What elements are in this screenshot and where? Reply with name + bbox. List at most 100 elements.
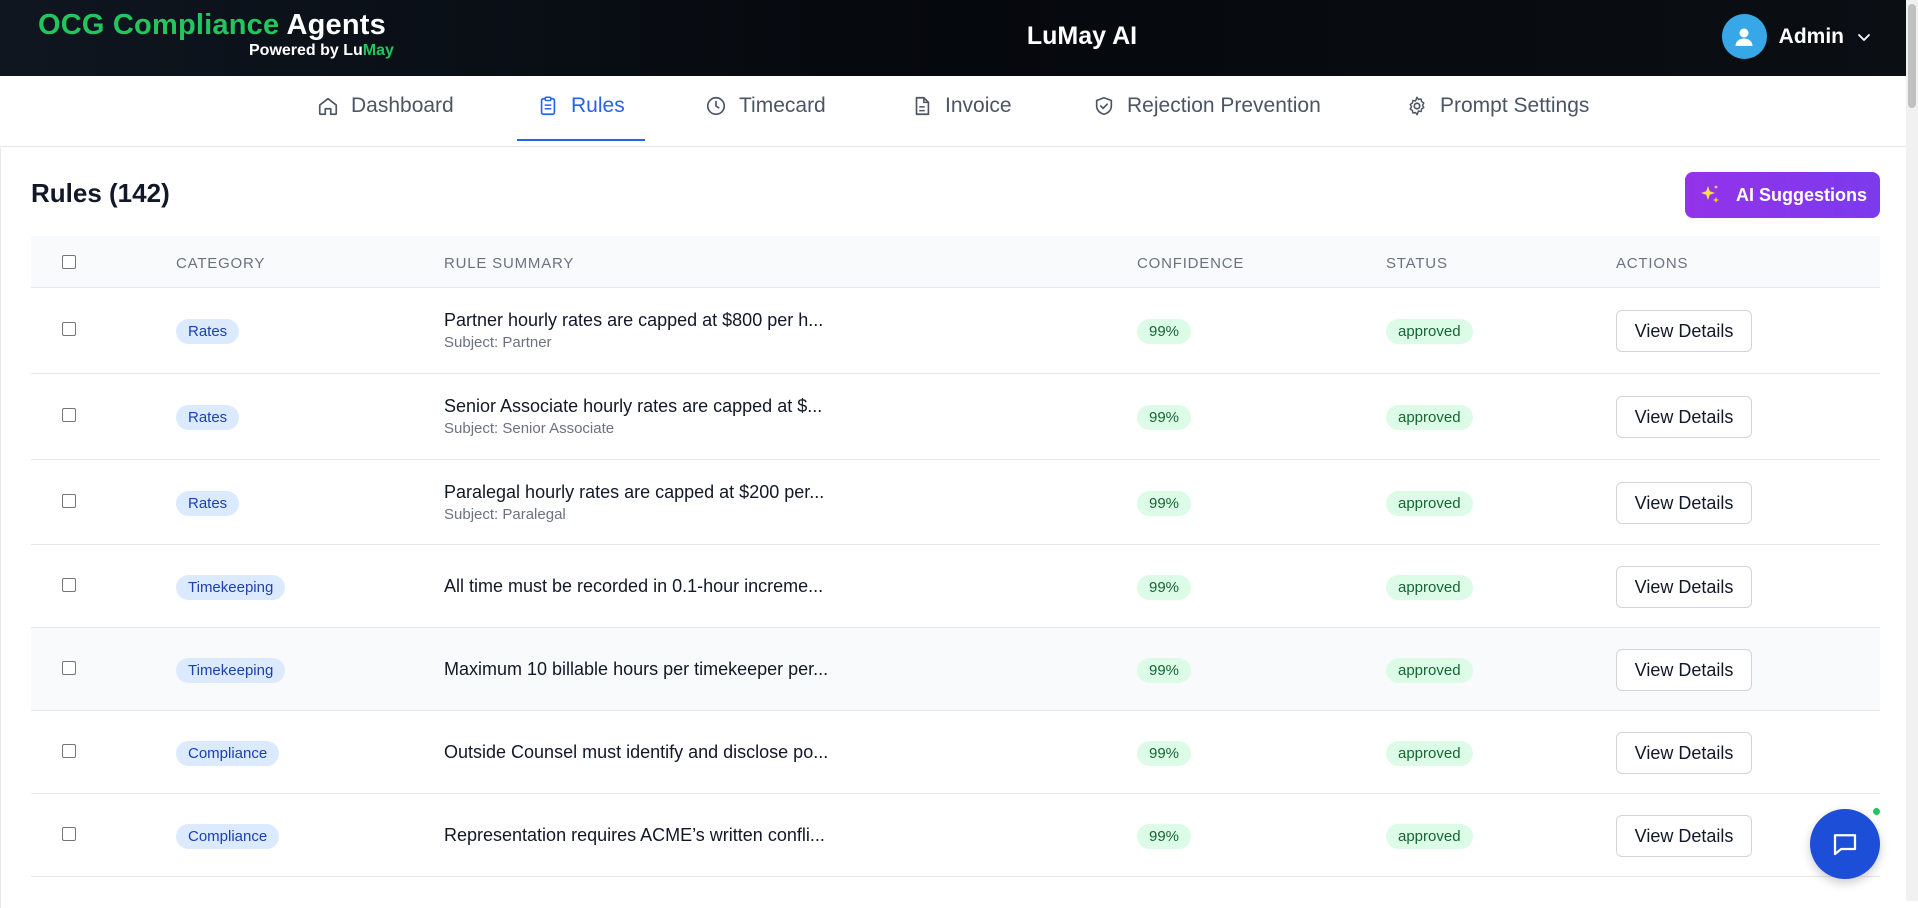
row-checkbox[interactable] bbox=[62, 322, 76, 336]
top-bar: OCG Compliance Agents Powered by LuMay L… bbox=[0, 0, 1918, 76]
powered-by-text: Powered by bbox=[249, 42, 344, 59]
rule-subject: Subject: Paralegal bbox=[444, 506, 566, 523]
rule-summary: Representation requires ACME’s written c… bbox=[444, 825, 825, 845]
rule-summary: Partner hourly rates are capped at $800 … bbox=[444, 310, 824, 330]
home-icon bbox=[318, 97, 338, 116]
clipboard-icon bbox=[540, 96, 556, 116]
category-badge: Rates bbox=[176, 319, 240, 344]
chat-button[interactable] bbox=[1810, 809, 1880, 879]
table-row[interactable]: Rates Partner hourly rates are capped at… bbox=[31, 288, 1880, 374]
category-badge: Rates bbox=[176, 405, 240, 430]
status-badge: approved bbox=[1386, 491, 1473, 516]
row-checkbox[interactable] bbox=[62, 494, 76, 508]
gear-icon bbox=[1409, 96, 1425, 116]
rules-panel: Rules (142) AI Suggestions CATEGORY RULE… bbox=[0, 148, 1906, 908]
brand-title-white: Agents bbox=[286, 9, 386, 41]
rule-summary: Outside Counsel must identify and disclo… bbox=[444, 742, 829, 762]
chat-icon bbox=[1833, 834, 1857, 856]
row-checkbox[interactable] bbox=[62, 578, 76, 592]
status-badge: approved bbox=[1386, 575, 1473, 600]
table-row[interactable]: Rates Paralegal hourly rates are capped … bbox=[31, 460, 1880, 545]
tab-invoice[interactable]: Invoice bbox=[911, 76, 1012, 136]
table-header: CATEGORY RULE SUMMARY CONFIDENCE STATUS … bbox=[31, 236, 1880, 288]
table-row[interactable]: Compliance Outside Counsel must identify… bbox=[31, 711, 1880, 794]
tab-label: Timecard bbox=[739, 94, 826, 117]
user-name: Admin bbox=[1778, 24, 1844, 48]
powered-may-text: May bbox=[362, 42, 394, 59]
brand-logo[interactable]: OCG Compliance Agents Powered by LuMay bbox=[38, 8, 394, 59]
confidence-badge: 99% bbox=[1137, 575, 1192, 600]
status-badge: approved bbox=[1386, 741, 1473, 766]
ai-suggestions-label: AI Suggestions bbox=[1735, 184, 1867, 205]
tab-prompt-settings[interactable]: Prompt Settings bbox=[1406, 76, 1589, 136]
rule-subject: Subject: Senior Associate bbox=[444, 420, 615, 437]
view-details-button[interactable]: View Details bbox=[1616, 815, 1752, 857]
table-row[interactable]: Rates Senior Associate hourly rates are … bbox=[31, 374, 1880, 460]
tab-label: Rejection Prevention bbox=[1127, 94, 1321, 117]
powered-lu-text: Lu bbox=[343, 42, 363, 59]
table-row[interactable]: Timekeeping Maximum 10 billable hours pe… bbox=[31, 628, 1880, 711]
avatar bbox=[1721, 14, 1767, 59]
confidence-badge: 99% bbox=[1137, 824, 1192, 849]
column-header-summary[interactable]: RULE SUMMARY bbox=[444, 255, 574, 272]
tab-label: Prompt Settings bbox=[1440, 94, 1590, 117]
column-header-category[interactable]: CATEGORY bbox=[176, 255, 265, 272]
document-icon bbox=[915, 96, 930, 116]
view-details-button[interactable]: View Details bbox=[1616, 566, 1752, 608]
table-row[interactable]: Timekeeping All time must be recorded in… bbox=[31, 545, 1880, 628]
brand-title: OCG Compliance Agents bbox=[38, 8, 386, 42]
category-badge: Timekeeping bbox=[176, 575, 286, 600]
column-header-confidence[interactable]: CONFIDENCE bbox=[1137, 255, 1244, 272]
main-nav: Dashboard Rules Timecard Invoice Rejecti… bbox=[0, 76, 1906, 147]
table-row[interactable]: Compliance Representation requires ACME’… bbox=[31, 794, 1880, 877]
user-icon bbox=[1735, 28, 1753, 46]
tab-dashboard[interactable]: Dashboard bbox=[317, 76, 454, 136]
brand-subtitle: Powered by LuMay bbox=[249, 42, 394, 60]
category-badge: Timekeeping bbox=[176, 658, 286, 683]
confidence-badge: 99% bbox=[1137, 491, 1192, 516]
rule-summary: All time must be recorded in 0.1-hour in… bbox=[444, 576, 824, 596]
shield-check-icon bbox=[1095, 96, 1113, 116]
brand-title-green: OCG Compliance bbox=[38, 9, 280, 41]
row-checkbox[interactable] bbox=[62, 408, 76, 422]
row-checkbox[interactable] bbox=[62, 744, 76, 758]
select-all-checkbox[interactable] bbox=[62, 255, 76, 269]
confidence-badge: 99% bbox=[1137, 405, 1192, 430]
view-details-button[interactable]: View Details bbox=[1616, 310, 1752, 352]
confidence-badge: 99% bbox=[1137, 658, 1192, 683]
tab-label: Rules bbox=[571, 94, 625, 117]
column-header-status[interactable]: STATUS bbox=[1386, 255, 1448, 272]
view-details-button[interactable]: View Details bbox=[1616, 649, 1752, 691]
ai-suggestions-button[interactable]: AI Suggestions bbox=[1685, 172, 1880, 218]
chevron-down-icon bbox=[1858, 33, 1870, 41]
view-details-button[interactable]: View Details bbox=[1616, 396, 1752, 438]
row-checkbox[interactable] bbox=[62, 661, 76, 675]
confidence-badge: 99% bbox=[1137, 319, 1192, 344]
column-header-actions: ACTIONS bbox=[1616, 255, 1689, 272]
user-menu[interactable]: Admin bbox=[1721, 14, 1872, 59]
rule-summary: Paralegal hourly rates are capped at $20… bbox=[444, 482, 825, 502]
page-scrollbar[interactable] bbox=[1906, 0, 1918, 901]
tab-rejection-prevention[interactable]: Rejection Prevention bbox=[1093, 76, 1321, 136]
category-badge: Compliance bbox=[176, 824, 280, 849]
category-badge: Rates bbox=[176, 491, 240, 516]
rules-table: CATEGORY RULE SUMMARY CONFIDENCE STATUS … bbox=[31, 236, 1880, 877]
view-details-button[interactable]: View Details bbox=[1616, 732, 1752, 774]
app-title: LuMay AI bbox=[1026, 22, 1138, 50]
tab-rules[interactable]: Rules bbox=[517, 76, 645, 141]
tab-label: Invoice bbox=[945, 94, 1012, 117]
status-badge: approved bbox=[1386, 319, 1473, 344]
rule-subject: Subject: Partner bbox=[444, 334, 552, 351]
page-title: Rules (142) bbox=[31, 178, 170, 208]
tab-label: Dashboard bbox=[351, 94, 454, 117]
confidence-badge: 99% bbox=[1137, 741, 1192, 766]
rule-summary: Maximum 10 billable hours per timekeeper… bbox=[444, 659, 829, 679]
clock-icon bbox=[706, 96, 726, 116]
tab-timecard[interactable]: Timecard bbox=[705, 76, 826, 136]
rule-summary: Senior Associate hourly rates are capped… bbox=[444, 396, 823, 416]
scrollbar-thumb[interactable] bbox=[1908, 4, 1916, 108]
status-badge: approved bbox=[1386, 405, 1473, 430]
view-details-button[interactable]: View Details bbox=[1616, 482, 1752, 524]
row-checkbox[interactable] bbox=[62, 827, 76, 841]
status-badge: approved bbox=[1386, 658, 1473, 683]
